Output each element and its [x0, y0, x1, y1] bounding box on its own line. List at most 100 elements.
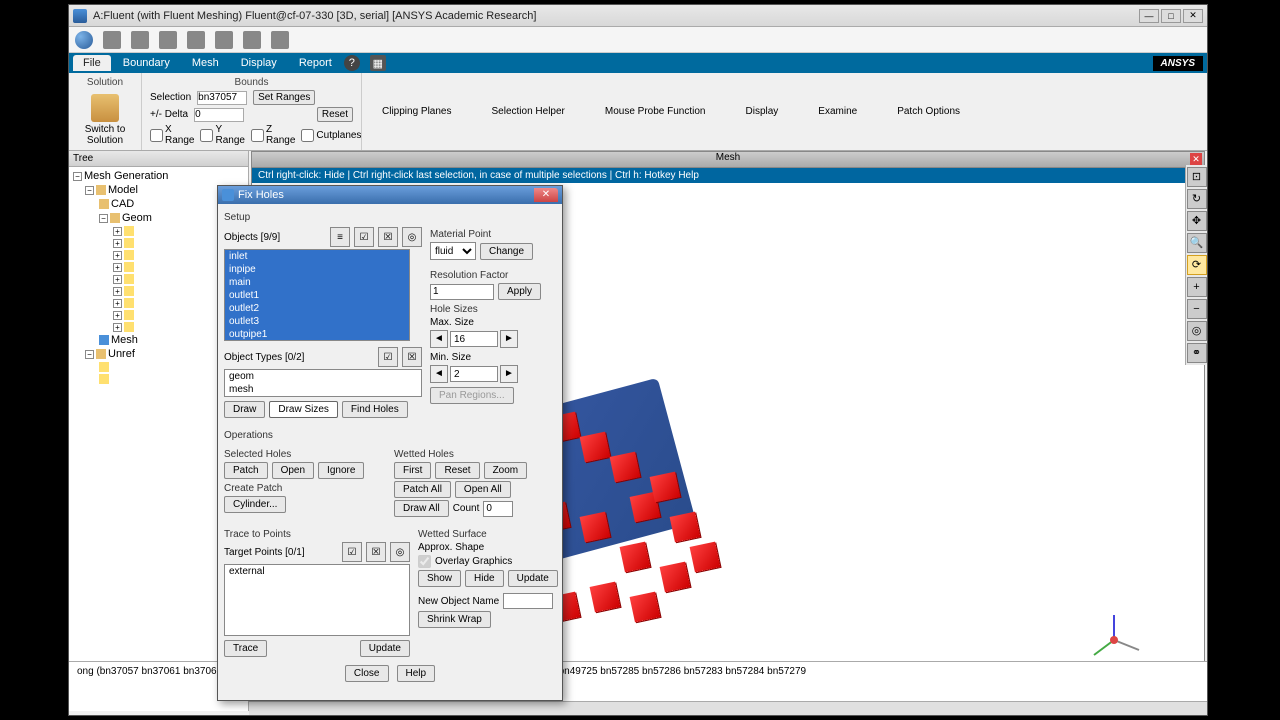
fit-view-icon[interactable]: ⊡ — [1187, 167, 1207, 187]
tree-model[interactable]: Model — [108, 184, 138, 196]
toolbar-button-6[interactable] — [243, 31, 261, 49]
tab-boundary[interactable]: Boundary — [113, 55, 180, 71]
overlay-graphics-checkbox[interactable]: Overlay Graphics — [418, 555, 558, 568]
tree-geom[interactable]: Geom — [122, 212, 152, 224]
reset-button[interactable]: Reset — [435, 462, 479, 479]
model-sphere-icon[interactable] — [75, 31, 93, 49]
toolbar-button-5[interactable] — [215, 31, 233, 49]
yrange-checkbox[interactable]: Y Range — [200, 124, 244, 146]
close-button[interactable]: Close — [345, 665, 389, 682]
set-ranges-button[interactable]: Set Ranges — [253, 90, 315, 105]
apply-button[interactable]: Apply — [498, 283, 541, 300]
target-select-icon[interactable]: ☑ — [342, 542, 362, 562]
zoom-button[interactable]: Zoom — [484, 462, 528, 479]
hole-marker[interactable] — [580, 432, 611, 463]
ignore-button[interactable]: Ignore — [318, 462, 364, 479]
tab-display[interactable]: Display — [231, 55, 287, 71]
hole-marker[interactable] — [580, 512, 611, 543]
types-select-icon[interactable]: ☑ — [378, 347, 398, 367]
refresh-icon[interactable]: ⟳ — [1187, 255, 1207, 275]
count-input[interactable] — [483, 501, 513, 517]
hole-marker[interactable] — [650, 472, 681, 503]
open-button[interactable]: Open — [272, 462, 314, 479]
display-button[interactable]: Display — [726, 73, 799, 150]
hole-marker[interactable] — [660, 562, 691, 593]
expand-icon[interactable]: − — [73, 172, 82, 181]
max-size-input[interactable] — [450, 331, 498, 347]
zrange-checkbox[interactable]: Z Range — [251, 124, 295, 146]
clipping-planes-button[interactable]: Clipping Planes — [362, 73, 472, 150]
shrink-wrap-button[interactable]: Shrink Wrap — [418, 611, 491, 628]
selection-input[interactable] — [197, 91, 247, 105]
help-button[interactable]: Help — [397, 665, 436, 682]
update-button[interactable]: Update — [360, 640, 410, 657]
xrange-checkbox[interactable]: X Range — [150, 124, 194, 146]
list-filter-icon[interactable]: ≡ — [330, 227, 350, 247]
link-icon[interactable]: ⚭ — [1187, 343, 1207, 363]
zoom-out-icon[interactable]: − — [1187, 299, 1207, 319]
mouse-probe-button[interactable]: Mouse Probe Function — [585, 73, 726, 150]
dialog-titlebar[interactable]: Fix Holes ✕ — [218, 186, 562, 204]
close-window-button[interactable]: ✕ — [1183, 9, 1203, 23]
maximize-button[interactable]: □ — [1161, 9, 1181, 23]
tab-report[interactable]: Report — [289, 55, 342, 71]
pan-regions-button[interactable]: Pan Regions... — [430, 387, 514, 404]
tree-mesh[interactable]: Mesh — [111, 334, 138, 346]
viewport-close-button[interactable]: ✕ — [1190, 153, 1202, 165]
min-size-increment[interactable]: ► — [500, 365, 518, 383]
target-pick-icon[interactable]: ◎ — [390, 542, 410, 562]
reset-bounds-button[interactable]: Reset — [317, 107, 353, 122]
toolbar-button-3[interactable] — [159, 31, 177, 49]
update2-button[interactable]: Update — [508, 570, 558, 587]
min-size-input[interactable] — [450, 366, 498, 382]
deselect-icon[interactable]: ☒ — [378, 227, 398, 247]
layout-icon[interactable]: ▦ — [370, 55, 386, 71]
hole-marker[interactable] — [690, 542, 721, 573]
max-size-increment[interactable]: ► — [500, 330, 518, 348]
min-size-decrement[interactable]: ◄ — [430, 365, 448, 383]
show-button[interactable]: Show — [418, 570, 461, 587]
find-holes-button[interactable]: Find Holes — [342, 401, 408, 418]
material-point-select[interactable]: fluid — [430, 242, 476, 260]
tree-cad[interactable]: CAD — [111, 198, 134, 210]
select-all-icon[interactable]: ☑ — [354, 227, 374, 247]
selection-helper-button[interactable]: Selection Helper — [472, 73, 585, 150]
resolution-input[interactable] — [430, 284, 494, 300]
cylinder-button[interactable]: Cylinder... — [224, 496, 286, 513]
patch-button[interactable]: Patch — [224, 462, 268, 479]
object-types-listbox[interactable]: geom mesh — [224, 369, 422, 397]
minimize-button[interactable]: — — [1139, 9, 1159, 23]
switch-to-solution-button[interactable]: Switch to Solution — [77, 90, 133, 150]
max-size-decrement[interactable]: ◄ — [430, 330, 448, 348]
hole-marker[interactable] — [590, 582, 621, 613]
change-button[interactable]: Change — [480, 243, 533, 260]
hole-marker[interactable] — [670, 512, 701, 543]
draw-button[interactable]: Draw — [224, 401, 265, 418]
patch-all-button[interactable]: Patch All — [394, 481, 451, 498]
hole-marker[interactable] — [630, 592, 661, 623]
target-points-listbox[interactable]: external — [224, 564, 410, 636]
hole-marker[interactable] — [620, 542, 651, 573]
help-icon[interactable]: ? — [344, 55, 360, 71]
examine-button[interactable]: Examine — [798, 73, 877, 150]
pan-icon[interactable]: ✥ — [1187, 211, 1207, 231]
tab-file[interactable]: File — [73, 55, 111, 71]
types-deselect-icon[interactable]: ☒ — [402, 347, 422, 367]
hide-button[interactable]: Hide — [465, 570, 504, 587]
target-deselect-icon[interactable]: ☒ — [366, 542, 386, 562]
delta-input[interactable] — [194, 108, 244, 122]
toolbar-button-1[interactable] — [103, 31, 121, 49]
cutplanes-checkbox[interactable]: Cutplanes — [301, 129, 361, 142]
hole-marker[interactable] — [610, 452, 641, 483]
view-icon[interactable]: ◎ — [1187, 321, 1207, 341]
dialog-close-button[interactable]: ✕ — [534, 188, 558, 202]
tree-root[interactable]: Mesh Generation — [84, 170, 168, 182]
target-icon[interactable]: ◎ — [402, 227, 422, 247]
toolbar-button-7[interactable] — [271, 31, 289, 49]
first-button[interactable]: First — [394, 462, 431, 479]
objects-listbox[interactable]: inlet inpipe main outlet1 outlet2 outlet… — [224, 249, 410, 341]
toolbar-button-2[interactable] — [131, 31, 149, 49]
horizontal-scrollbar[interactable] — [249, 701, 1207, 715]
rotate-icon[interactable]: ↻ — [1187, 189, 1207, 209]
zoom-in-icon[interactable]: + — [1187, 277, 1207, 297]
